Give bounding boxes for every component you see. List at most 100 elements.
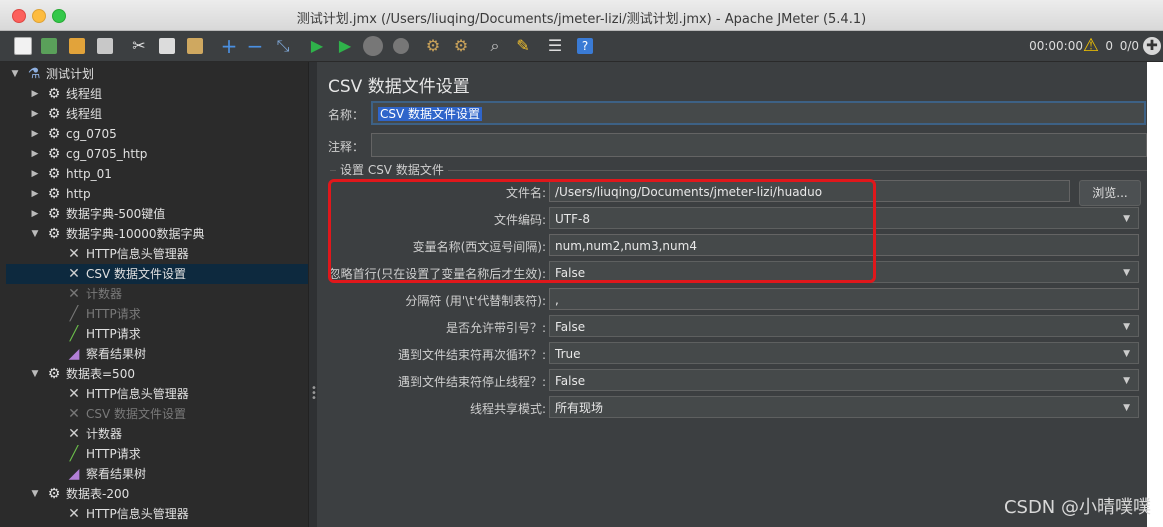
tree-item[interactable]: ✕ 计数器 <box>6 424 308 444</box>
tree-item[interactable]: ✕ HTTP信息头管理器 <box>6 384 308 404</box>
expand-all-icon[interactable]: + <box>218 35 240 57</box>
wrench-icon: ✕ <box>68 286 80 302</box>
name-field[interactable]: CSV 数据文件设置 <box>371 101 1146 125</box>
gear-icon: ⚙ <box>47 366 61 382</box>
tree-item[interactable]: ▶ ⚙ 线程组 <box>6 84 308 104</box>
setting-dropdown[interactable]: False ▼ <box>549 315 1139 337</box>
setting-label: 线程共享模式: <box>469 402 546 416</box>
tree-item[interactable]: ◢ 察看结果树 <box>6 464 308 484</box>
gear-icon: ⚙ <box>47 486 61 502</box>
tree-item[interactable]: ✕ 计数器 <box>6 284 308 304</box>
comment-field[interactable] <box>371 133 1147 157</box>
group-title: 设置 CSV 数据文件 <box>336 161 448 178</box>
open-folder-icon[interactable] <box>66 35 88 57</box>
tree-item[interactable]: ✕ HTTP信息头管理器 <box>6 244 308 264</box>
collapsed-arrow-icon[interactable]: ▶ <box>30 164 40 184</box>
tree-item-label: 数据表=500 <box>66 367 135 381</box>
tree-item-label: HTTP信息头管理器 <box>86 507 189 521</box>
background-window-strip <box>1147 62 1163 527</box>
templates-icon[interactable] <box>38 35 60 57</box>
clear-all-icon[interactable]: ⚙ <box>450 35 472 57</box>
tree-item-label: cg_0705_http <box>66 147 148 161</box>
chart-icon: ◢ <box>68 466 80 482</box>
collapsed-arrow-icon[interactable]: ▶ <box>30 84 40 104</box>
copy-icon[interactable] <box>156 35 178 57</box>
help-icon[interactable]: ? <box>574 35 596 57</box>
setting-dropdown[interactable]: False ▼ <box>549 369 1139 391</box>
expanded-arrow-icon[interactable]: ▼ <box>10 64 20 84</box>
function-helper-icon[interactable]: ☰ <box>544 35 566 57</box>
tree-item[interactable]: ✕ CSV 数据文件设置 <box>6 264 308 284</box>
gear-icon: ⚙ <box>47 226 61 242</box>
gear-icon: ⚙ <box>47 166 61 182</box>
collapsed-arrow-icon[interactable]: ▶ <box>30 144 40 164</box>
tree-item-label: HTTP请求 <box>86 447 141 461</box>
pipette-icon: ╱ <box>69 446 79 462</box>
start-no-pauses-icon[interactable]: ▶ <box>334 35 356 57</box>
browse-button[interactable]: 浏览... <box>1079 180 1141 206</box>
name-label: 名称： <box>327 108 364 122</box>
setting-input[interactable]: , <box>549 288 1139 310</box>
save-icon[interactable] <box>94 35 116 57</box>
tree-item[interactable]: ✕ CSV 数据文件设置 <box>6 404 308 424</box>
tree-item[interactable]: ▶ ⚙ cg_0705 <box>6 124 308 144</box>
stop-icon[interactable] <box>362 35 384 57</box>
name-field-value: CSV 数据文件设置 <box>378 107 483 121</box>
chevron-down-icon[interactable]: ▼ <box>1123 343 1130 365</box>
chevron-down-icon[interactable]: ▼ <box>1123 397 1130 419</box>
toggle-icon[interactable]: ⤡ <box>272 35 294 57</box>
setting-dropdown[interactable]: 所有现场 ▼ <box>549 396 1139 418</box>
tree-item[interactable]: ▼ ⚙ 数据表-200 <box>6 484 308 504</box>
tree-item[interactable]: ▶ ⚙ http <box>6 184 308 204</box>
warning-count: 0 <box>1105 39 1113 53</box>
shutdown-icon[interactable] <box>390 35 412 57</box>
clear-icon[interactable]: ⚙ <box>422 35 444 57</box>
warning-icon[interactable]: ⚠ <box>1083 35 1099 56</box>
new-file-icon[interactable] <box>12 35 34 57</box>
tree-item-label: http <box>66 187 91 201</box>
start-icon[interactable]: ▶ <box>306 35 328 57</box>
tree-item[interactable]: ╱ HTTP请求 <box>6 304 308 324</box>
tree-item[interactable]: ▶ ⚙ 数据字典-500键值 <box>6 204 308 224</box>
setting-dropdown[interactable]: True ▼ <box>549 342 1139 364</box>
tree-item[interactable]: ╱ HTTP请求 <box>6 324 308 344</box>
gear-icon: ⚙ <box>47 86 61 102</box>
chevron-down-icon[interactable]: ▼ <box>1123 208 1130 230</box>
watermark: CSDN @小晴噗噗 <box>1003 497 1151 518</box>
tree-item[interactable]: ╱ HTTP请求 <box>6 444 308 464</box>
flask-icon: ⚗ <box>27 66 41 82</box>
tree-item[interactable]: ▼ ⚙ 数据表=500 <box>6 364 308 384</box>
tree-item[interactable]: ▶ ⚙ http_01 <box>6 164 308 184</box>
setting-value: True <box>555 347 581 361</box>
tree-item-label: CSV 数据文件设置 <box>86 267 187 281</box>
cut-icon[interactable]: ✂ <box>128 35 150 57</box>
expanded-arrow-icon[interactable]: ▼ <box>30 484 40 504</box>
search-icon[interactable]: ⌕ <box>484 35 506 57</box>
chevron-down-icon[interactable]: ▼ <box>1123 316 1130 338</box>
collapsed-arrow-icon[interactable]: ▶ <box>30 184 40 204</box>
title-bar: 测试计划.jmx (/Users/liuqing/Documents/jmete… <box>0 0 1163 31</box>
expanded-arrow-icon[interactable]: ▼ <box>30 224 40 244</box>
tree-item[interactable]: ▶ ⚙ 线程组 <box>6 104 308 124</box>
tree-item[interactable]: ▶ ⚙ cg_0705_http <box>6 144 308 164</box>
gear-icon: ⚙ <box>47 186 61 202</box>
paste-icon[interactable] <box>184 35 206 57</box>
collapsed-arrow-icon[interactable]: ▶ <box>30 124 40 144</box>
collapsed-arrow-icon[interactable]: ▶ <box>30 204 40 224</box>
page-title: CSV 数据文件设置 <box>328 77 470 97</box>
tree-item[interactable]: ◢ 察看结果树 <box>6 344 308 364</box>
collapse-all-icon[interactable]: − <box>244 35 266 57</box>
remote-globe-icon[interactable]: ✚ <box>1143 37 1161 55</box>
chevron-down-icon[interactable]: ▼ <box>1123 262 1130 284</box>
tree-item[interactable]: ▼ ⚗ 测试计划 <box>6 64 308 84</box>
setting-label: 是否允许带引号？: <box>445 321 546 335</box>
collapsed-arrow-icon[interactable]: ▶ <box>30 104 40 124</box>
tree-item[interactable]: ▼ ⚙ 数据字典-10000数据字典 <box>6 224 308 244</box>
setting-label: 遇到文件结束符再次循环？: <box>397 348 546 362</box>
tree-item[interactable]: ✕ HTTP信息头管理器 <box>6 504 308 524</box>
chevron-down-icon[interactable]: ▼ <box>1123 370 1130 392</box>
reset-search-icon[interactable]: ✎ <box>512 35 534 57</box>
expanded-arrow-icon[interactable]: ▼ <box>30 364 40 384</box>
wrench-icon: ✕ <box>68 426 80 442</box>
gear-icon: ⚙ <box>47 106 61 122</box>
